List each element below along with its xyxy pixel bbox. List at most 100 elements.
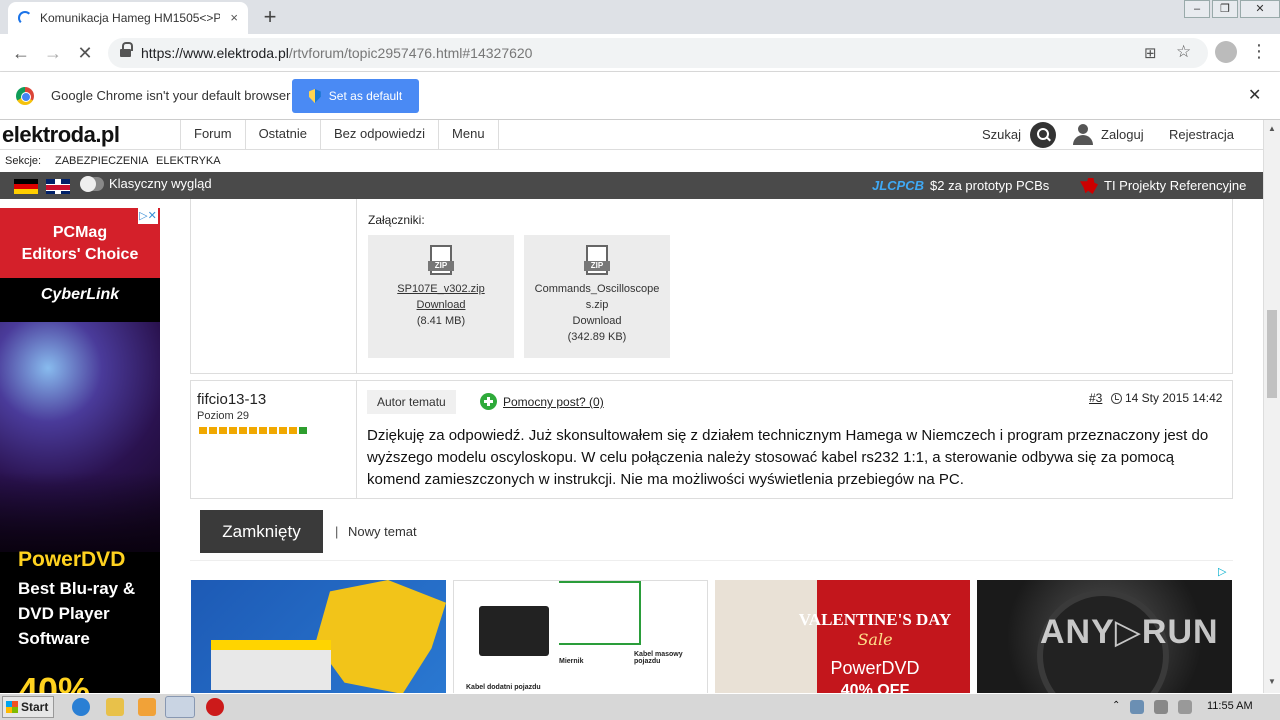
- jlcpcb-brand: JLCPCB: [872, 178, 925, 193]
- level-segment: [299, 427, 307, 434]
- browser-tab[interactable]: Komunikacja Hameg HM1505<>PC - ×: [8, 2, 248, 34]
- forward-button[interactable]: →: [41, 41, 65, 65]
- nav-menu[interactable]: Menu: [438, 120, 499, 150]
- start-button[interactable]: Start: [2, 696, 54, 718]
- attachment-name[interactable]: Commands_Oscilloscopes.zip: [534, 281, 660, 313]
- lock-icon[interactable]: [120, 42, 133, 58]
- attachment-item[interactable]: ZIP Commands_Oscilloscopes.zip Download …: [524, 235, 670, 358]
- chrome-logo-icon: [16, 87, 34, 105]
- network-icon[interactable]: [1130, 700, 1144, 714]
- section-link-electrical[interactable]: ELEKTRYKA: [156, 155, 221, 167]
- attachment-name[interactable]: SP107E_v302.zip: [368, 281, 514, 297]
- new-topic-link[interactable]: Nowy temat: [348, 524, 417, 539]
- previous-post: Załączniki: ZIP SP107E_v302.zip Download…: [190, 199, 1233, 374]
- set-default-button[interactable]: Set as default: [292, 79, 419, 113]
- browser-toolbar: ← → ✕ https://www.elektroda.pl/rtvforum/…: [0, 34, 1280, 72]
- chrome-menu-icon[interactable]: ⋮: [1250, 41, 1268, 62]
- close-window-button[interactable]: ✕: [1240, 0, 1280, 18]
- helpful-post-link[interactable]: Pomocny post? (0): [503, 395, 604, 409]
- chrome-taskbar-button[interactable]: [165, 696, 195, 718]
- restore-button[interactable]: ❐: [1212, 0, 1238, 18]
- anyrun-watermark: ANY▷RUN: [1040, 613, 1219, 651]
- ad-tile-truck[interactable]: [191, 580, 446, 694]
- site-header: elektroda.pl Forum Ostatnie Bez odpowied…: [0, 120, 1280, 150]
- attachment-download[interactable]: Download: [524, 313, 670, 329]
- action-center-flag-icon[interactable]: [1178, 700, 1192, 714]
- attachment-download[interactable]: Download: [368, 297, 514, 313]
- ti-logo-icon: [1080, 178, 1098, 194]
- infobar-message: Google Chrome isn't your default browser: [51, 88, 291, 103]
- nav-recent[interactable]: Ostatnie: [244, 120, 320, 150]
- translate-icon[interactable]: ⊞: [1144, 44, 1157, 62]
- address-bar[interactable]: https://www.elektroda.pl/rtvforum/topic2…: [108, 38, 1208, 68]
- site-logo[interactable]: elektroda.pl: [2, 122, 120, 148]
- tray-chevron-icon[interactable]: ⌃: [1112, 700, 1120, 711]
- ti-promo-link[interactable]: TI Projekty Referencyjne: [1104, 178, 1246, 193]
- adchoices-icon[interactable]: ▷: [1218, 565, 1230, 578]
- minimize-button[interactable]: –: [1184, 0, 1210, 18]
- stop-button[interactable]: ✕: [73, 41, 97, 65]
- jlcpcb-text: $2 za prototyp PCBs: [930, 178, 1050, 193]
- new-tab-button[interactable]: +: [258, 4, 282, 30]
- cyberlink-logo: CyberLink: [40, 286, 120, 303]
- tab-close-icon[interactable]: ×: [230, 10, 238, 25]
- level-segment: [239, 427, 247, 434]
- closed-topic-button[interactable]: Zamknięty: [200, 510, 323, 553]
- attachments-label: Załączniki:: [368, 213, 425, 227]
- level-segment: [249, 427, 257, 434]
- page-scrollbar[interactable]: ▲ ▼: [1263, 120, 1280, 693]
- taskbar-clock[interactable]: 11:55 AM: [1207, 700, 1253, 712]
- section-link-security[interactable]: ZABEZPIECZENIA: [55, 155, 149, 167]
- classic-view-toggle[interactable]: [80, 176, 104, 192]
- search-label[interactable]: Szukaj: [982, 127, 1021, 142]
- left-advertisement[interactable]: PCMag Editors' Choice ▷✕ CyberLink Power…: [0, 208, 160, 693]
- infobar-close-icon[interactable]: ✕: [1248, 85, 1261, 105]
- user-level-bar: [199, 427, 307, 434]
- browser-titlebar: Komunikacja Hameg HM1505<>PC - × + – ❐ ✕: [0, 0, 1280, 34]
- ad-close-icon[interactable]: ▷✕: [138, 208, 158, 224]
- post-number-link[interactable]: #3: [1089, 391, 1102, 405]
- ad-tile-valentines-sale[interactable]: VALENTINE'S DAY Sale PowerDVD 40% OFF: [715, 580, 970, 694]
- attachment-size: (342.89 KB): [567, 331, 627, 343]
- volume-icon[interactable]: [1154, 700, 1168, 714]
- back-button[interactable]: ←: [9, 41, 33, 65]
- uac-shield-icon: [308, 89, 321, 103]
- forum-post: fifcio13-13 Poziom 29 Autor tematu Pomoc…: [190, 380, 1233, 499]
- scroll-up-icon[interactable]: ▲: [1268, 124, 1276, 133]
- level-segment: [219, 427, 227, 434]
- ad-tile-battery-diagram[interactable]: Kabel dodatni pojazdu Miernik Kabel maso…: [453, 580, 708, 694]
- promo-bar: Klasyczny wygląd JLCPCB $2 za prototyp PC…: [0, 172, 1263, 199]
- ie-icon[interactable]: [72, 698, 90, 716]
- bookmark-star-icon[interactable]: ☆: [1176, 42, 1191, 62]
- explorer-folder-icon[interactable]: [106, 698, 124, 716]
- search-icon[interactable]: [1030, 122, 1056, 148]
- url-text[interactable]: https://www.elektroda.pl/rtvforum/topic2…: [141, 45, 532, 61]
- nav-unanswered[interactable]: Bez odpowiedzi: [319, 120, 438, 150]
- ad-sale-text: Sale: [857, 630, 893, 649]
- ad-valentines-title: VALENTINE'S DAY: [798, 610, 952, 629]
- level-segment: [259, 427, 267, 434]
- jlcpcb-promo-link[interactable]: JLCPCB $2 za prototyp PCBs: [872, 178, 1049, 193]
- author-badge: Autor tematu: [367, 390, 456, 414]
- level-segment: [289, 427, 297, 434]
- pcmag-text: PCMag: [52, 224, 108, 241]
- ad-product-name: PowerDVD: [18, 548, 126, 571]
- post-username[interactable]: fifcio13-13: [197, 391, 266, 408]
- user-icon[interactable]: [1072, 124, 1094, 146]
- attachment-item[interactable]: ZIP SP107E_v302.zip Download (8.41 MB): [368, 235, 514, 358]
- ad-blurb: Best Blu-ray & DVD Player Software: [18, 579, 136, 648]
- register-link[interactable]: Rejestracja: [1169, 127, 1234, 142]
- plus-icon[interactable]: [480, 393, 497, 410]
- profile-avatar-icon[interactable]: [1215, 41, 1237, 63]
- scroll-thumb[interactable]: [1267, 310, 1277, 398]
- scroll-down-icon[interactable]: ▼: [1268, 677, 1276, 686]
- uk-flag-icon[interactable]: [46, 179, 70, 194]
- stop-sign-icon[interactable]: [206, 698, 224, 716]
- media-player-icon[interactable]: [138, 698, 156, 716]
- login-link[interactable]: Zaloguj: [1101, 127, 1144, 142]
- url-host: https://www.elektroda.pl: [141, 45, 289, 61]
- window-controls: – ❐ ✕: [1182, 0, 1280, 20]
- german-flag-icon[interactable]: [14, 179, 38, 194]
- ad-label-ground-cable: Kabel masowy pojazdu: [634, 651, 683, 665]
- nav-forum[interactable]: Forum: [180, 120, 245, 150]
